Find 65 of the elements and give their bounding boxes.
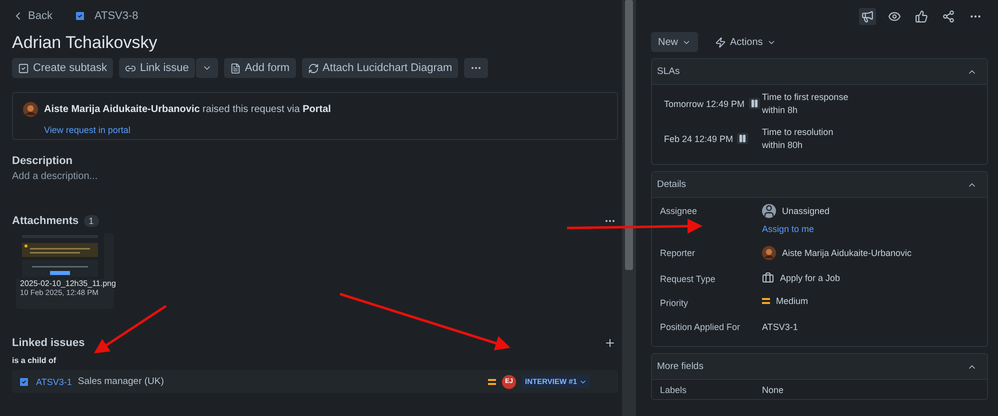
sync-icon [308, 62, 319, 74]
scrollbar-thumb[interactable] [625, 0, 633, 270]
avatar-icon [762, 246, 776, 260]
reporter-value: Aiste Marija Aidukaite-Urbanovic [782, 248, 912, 258]
field-label: Labels [660, 384, 688, 395]
section-heading: Description [12, 155, 74, 167]
subtask-icon [18, 62, 29, 74]
field-label: Request Type [660, 273, 716, 284]
back-link[interactable]: Back [12, 10, 52, 22]
field-value: ATSV3-1 [762, 321, 799, 332]
panel-header[interactable]: Details [652, 172, 987, 198]
eye-icon [888, 10, 901, 22]
pause-icon [748, 98, 760, 109]
issue-title: Adrian Tchaikovsky [12, 32, 158, 54]
megaphone-icon [861, 10, 874, 22]
actions-button[interactable]: Actions [708, 32, 783, 52]
assignee-value: Unassigned [782, 206, 830, 216]
field-label: Reporter [660, 247, 696, 258]
field-value: None [762, 384, 785, 395]
avatar-icon [23, 102, 38, 117]
section-heading: Linked issues [12, 337, 85, 349]
issue-type-icon [18, 376, 30, 388]
issue-summary: Sales manager (UK) [78, 376, 165, 387]
thumbs-up-icon [915, 10, 928, 22]
sla-due-time: Tomorrow 12:49 PM [664, 98, 745, 108]
plus-icon [604, 337, 616, 349]
sla-goal: Time to first response [762, 92, 850, 102]
field-label: Assignee [660, 205, 698, 216]
like-button[interactable] [913, 8, 930, 24]
sla-goal: Time to resolution [762, 127, 834, 137]
pause-icon [737, 133, 748, 144]
toolbar-button[interactable]: Attach Lucidchart Diagram [302, 58, 458, 78]
field-label: Position Applied For [660, 321, 742, 332]
sla-target: within 80h [762, 140, 804, 150]
status-button[interactable]: New [651, 32, 698, 52]
share-icon [942, 10, 955, 22]
sla-target: within 8h [762, 105, 799, 115]
priority-icon [762, 298, 770, 304]
issue-key-link[interactable]: ATSV3-8 [94, 10, 138, 22]
issue-type-icon [74, 10, 86, 22]
share-button[interactable] [940, 8, 957, 24]
panel-header[interactable]: SLAs [652, 59, 987, 85]
issue-key-link[interactable]: ATSV3-1 [36, 376, 72, 386]
form-icon [230, 62, 241, 74]
priority-value: Medium [776, 296, 808, 306]
file-name: 2025-02-10_12h35_11.png [19, 279, 114, 288]
count-badge: 1 [84, 215, 99, 227]
toolbar-button[interactable]: Create subtask [12, 58, 113, 78]
priority-icon [488, 378, 496, 384]
sla-due-time: Feb 24 12:49 PM [664, 134, 734, 144]
toolbar-button[interactable]: Add form [224, 58, 296, 78]
user-icon [762, 204, 776, 218]
briefcase-icon [762, 272, 774, 284]
request-text: Aiste Marija Aidukaite-Urbanovic raised this request via Portal [44, 104, 331, 115]
request-type-value: Apply for a Job [780, 273, 840, 283]
description-field[interactable]: Add a description... [12, 171, 618, 182]
field-label: Priority [660, 297, 690, 308]
lightning-icon [715, 36, 726, 48]
portal-link[interactable]: View request in portal [44, 125, 130, 135]
panel-header[interactable]: More fields [652, 354, 987, 380]
relation-label: is a child of [12, 356, 58, 365]
feedback-button[interactable] [859, 8, 876, 24]
assign-link[interactable]: Assign to me [762, 224, 979, 234]
toolbar-button[interactable]: Link issue [118, 58, 195, 78]
section-heading: Attachments [12, 215, 79, 227]
